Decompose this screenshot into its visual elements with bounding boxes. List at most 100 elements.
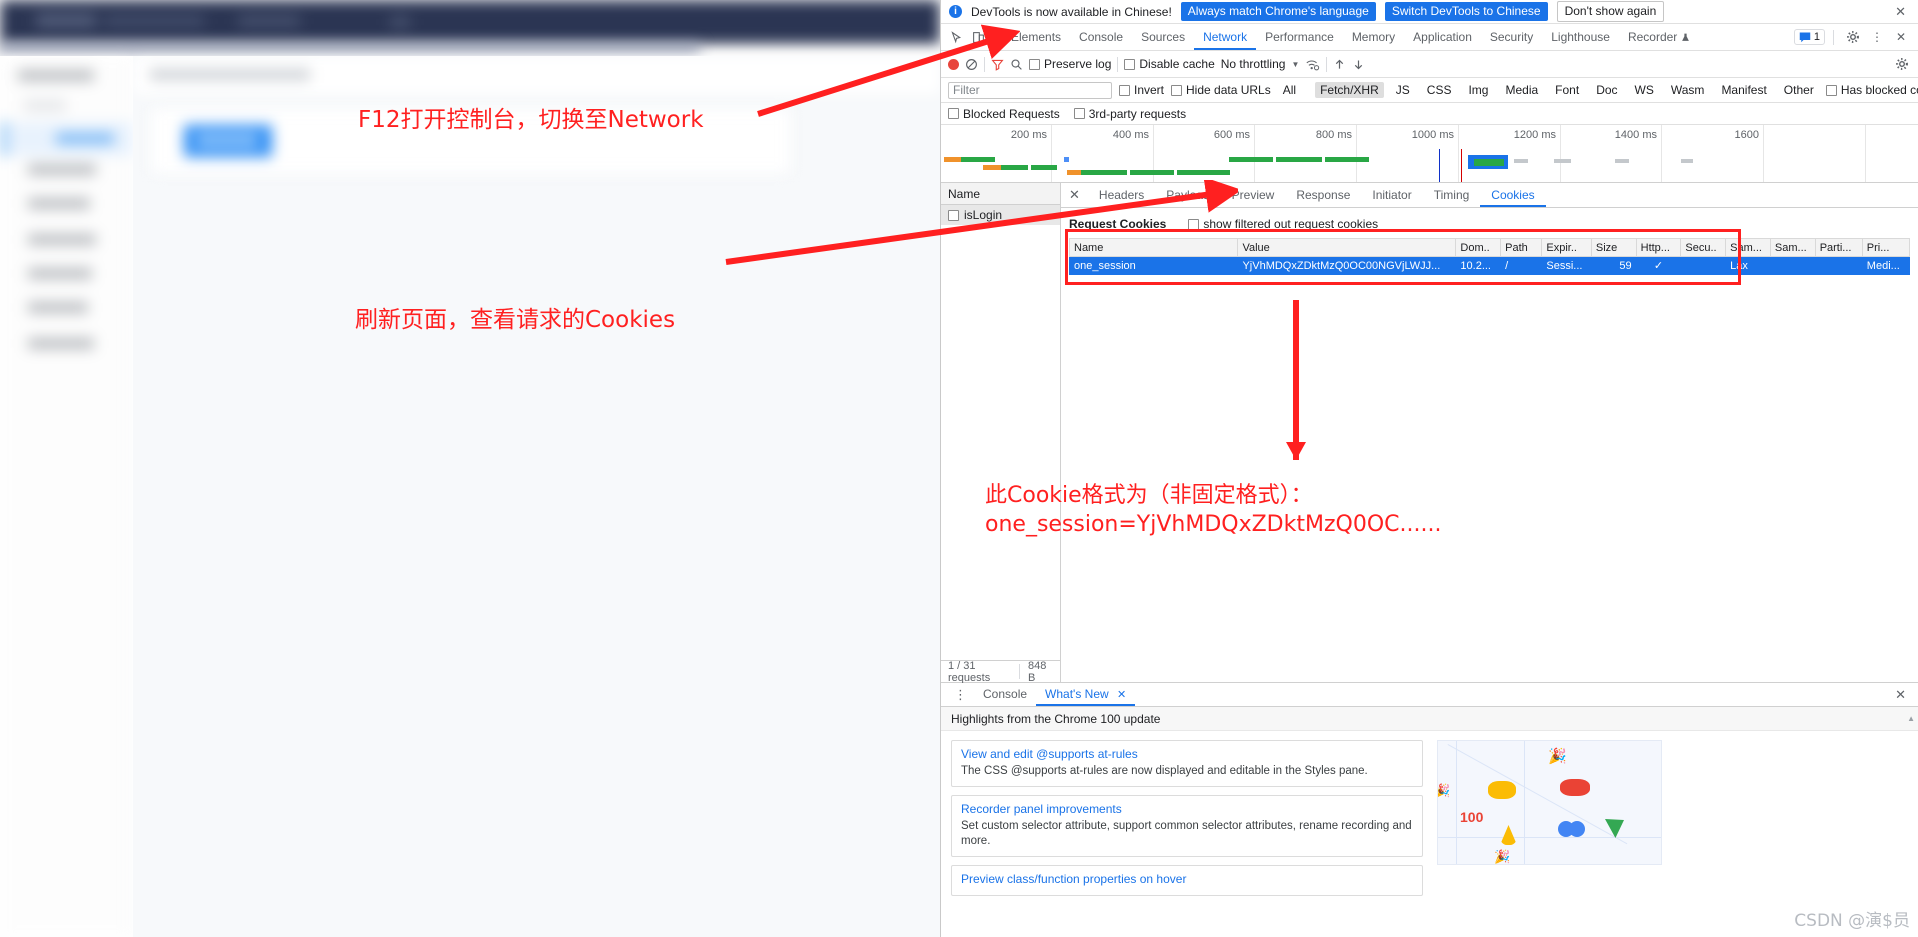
drawer-more-icon[interactable]: ⋮ xyxy=(947,688,974,701)
tab-recorder[interactable]: Recorder xyxy=(1619,24,1699,50)
tab-memory[interactable]: Memory xyxy=(1343,24,1404,50)
divider xyxy=(984,56,985,72)
checkbox-box[interactable] xyxy=(1029,58,1040,70)
detail-tab-preview[interactable]: Preview xyxy=(1221,183,1286,207)
checkbox-box[interactable] xyxy=(1171,84,1183,96)
col-size[interactable]: Size xyxy=(1590,238,1637,257)
filter-type-other[interactable]: Other xyxy=(1779,82,1819,98)
detail-tab-initiator[interactable]: Initiator xyxy=(1361,183,1422,207)
checkbox-box[interactable] xyxy=(1124,58,1136,70)
checkbox-box[interactable] xyxy=(1188,218,1200,230)
tab-application[interactable]: Application xyxy=(1404,24,1481,50)
close-icon[interactable]: ✕ xyxy=(1891,4,1910,20)
col-expires[interactable]: Expir.. xyxy=(1541,238,1592,257)
device-toolbar-icon[interactable] xyxy=(967,26,989,48)
invert-checkbox[interactable]: Invert xyxy=(1119,83,1164,97)
detail-tab-payload[interactable]: Payload xyxy=(1155,183,1220,207)
request-row-islogin[interactable]: isLogin xyxy=(941,205,1060,225)
import-har-icon[interactable] xyxy=(1333,58,1346,71)
drawer-tab-console[interactable]: Console xyxy=(974,683,1036,706)
filter-type-media[interactable]: Media xyxy=(1500,82,1543,98)
annotation-note-3-line2: one_session=YjVhMDQxZDktMzQ0OC...... xyxy=(985,512,1442,537)
whats-new-card: View and edit @supports at-rules The CSS… xyxy=(951,740,1423,787)
checkbox-box[interactable] xyxy=(1119,84,1130,96)
network-overview-timeline[interactable]: 200 ms 400 ms 600 ms 800 ms 1000 ms 1200… xyxy=(941,125,1918,183)
filter-type-css[interactable]: CSS xyxy=(1422,82,1457,98)
col-partition[interactable]: Parti... xyxy=(1814,238,1863,257)
col-name[interactable]: Name xyxy=(1068,238,1239,257)
hide-data-urls-checkbox[interactable]: Hide data URLs xyxy=(1171,83,1271,97)
detail-tab-headers[interactable]: Headers xyxy=(1088,183,1155,207)
always-match-language-button[interactable]: Always match Chrome's language xyxy=(1180,2,1376,21)
banner-message: DevTools is now available in Chinese! xyxy=(971,4,1172,19)
chevron-down-icon[interactable]: ▼ xyxy=(1291,60,1299,69)
record-button[interactable] xyxy=(948,58,959,70)
checkbox-box[interactable] xyxy=(1825,84,1837,96)
col-httponly[interactable]: Http... xyxy=(1635,238,1682,257)
more-options-icon[interactable]: ⋮ xyxy=(1866,26,1888,48)
col-domain[interactable]: Dom.. xyxy=(1455,238,1502,257)
col-path[interactable]: Path xyxy=(1500,238,1543,257)
detail-tab-timing[interactable]: Timing xyxy=(1423,183,1481,207)
filter-type-manifest[interactable]: Manifest xyxy=(1716,82,1771,98)
checkbox-box[interactable] xyxy=(1073,108,1085,119)
drawer-tab-whats-new[interactable]: What's New ✕ xyxy=(1036,683,1136,706)
network-conditions-icon[interactable] xyxy=(1305,58,1320,71)
cookie-row[interactable]: one_session YjVhMDQxZDktMzQ0OC00NGVjLWJJ… xyxy=(1068,256,1911,275)
whats-new-link[interactable]: Recorder panel improvements xyxy=(961,802,1413,816)
filter-type-ws[interactable]: WS xyxy=(1630,82,1659,98)
whats-new-link[interactable]: View and edit @supports at-rules xyxy=(961,747,1413,761)
tab-network[interactable]: Network xyxy=(1194,24,1257,50)
has-blocked-cookies-checkbox[interactable]: Has blocked cookies xyxy=(1825,83,1918,97)
filter-input[interactable] xyxy=(948,81,1112,99)
third-party-requests-checkbox[interactable]: 3rd-party requests xyxy=(1073,107,1186,121)
export-har-icon[interactable] xyxy=(1352,58,1365,71)
col-priority[interactable]: Pri... xyxy=(1861,238,1911,257)
filter-type-doc[interactable]: Doc xyxy=(1591,82,1622,98)
filter-type-js[interactable]: JS xyxy=(1391,82,1415,98)
blocked-requests-checkbox[interactable]: Blocked Requests xyxy=(948,107,1060,121)
party-popper-icon: 🎉 xyxy=(1548,748,1567,765)
col-secure[interactable]: Secu.. xyxy=(1680,238,1727,257)
col-samesite2[interactable]: Sam... xyxy=(1769,238,1816,257)
switch-to-chinese-button[interactable]: Switch DevTools to Chinese xyxy=(1384,2,1548,21)
checkbox-box[interactable] xyxy=(948,108,959,119)
hide-data-urls-label: Hide data URLs xyxy=(1186,83,1271,97)
clear-icon[interactable] xyxy=(965,58,978,71)
preserve-log-checkbox[interactable]: Preserve log xyxy=(1029,57,1111,71)
close-drawer-icon[interactable]: ✕ xyxy=(1889,687,1912,703)
devtools-tab-bar: Elements Console Sources Network Perform… xyxy=(941,24,1918,51)
filter-type-wasm[interactable]: Wasm xyxy=(1666,82,1710,98)
selected-request-marker[interactable] xyxy=(1468,155,1508,169)
gear-icon[interactable] xyxy=(1842,26,1864,48)
close-detail-icon[interactable]: ✕ xyxy=(1067,187,1088,203)
col-samesite[interactable]: Sam... xyxy=(1725,238,1771,257)
message-count-badge[interactable]: 1 xyxy=(1793,29,1825,45)
tab-lighthouse[interactable]: Lighthouse xyxy=(1542,24,1619,50)
tab-elements[interactable]: Elements xyxy=(1002,24,1070,50)
col-value[interactable]: Value xyxy=(1237,238,1457,257)
filter-type-font[interactable]: Font xyxy=(1550,82,1584,98)
tab-performance[interactable]: Performance xyxy=(1256,24,1343,50)
network-settings-gear-icon[interactable] xyxy=(1895,57,1909,71)
dont-show-again-button[interactable]: Don't show again xyxy=(1556,1,1665,22)
detail-tab-cookies[interactable]: Cookies xyxy=(1480,183,1546,207)
tab-security[interactable]: Security xyxy=(1481,24,1542,50)
filter-type-img[interactable]: Img xyxy=(1463,82,1493,98)
close-devtools-icon[interactable]: ✕ xyxy=(1890,26,1912,48)
scroll-up-icon[interactable]: ▲ xyxy=(1907,707,1915,731)
whats-new-link[interactable]: Preview class/function properties on hov… xyxy=(961,872,1413,886)
close-icon[interactable]: ✕ xyxy=(1117,689,1126,701)
show-filtered-cookies-checkbox[interactable]: show filtered out request cookies xyxy=(1188,217,1378,231)
filter-type-fetch-xhr[interactable]: Fetch/XHR xyxy=(1315,82,1384,98)
divider xyxy=(995,29,996,45)
detail-tab-response[interactable]: Response xyxy=(1285,183,1361,207)
disable-cache-checkbox[interactable]: Disable cache xyxy=(1124,57,1215,71)
filter-funnel-icon[interactable] xyxy=(991,58,1004,71)
filter-type-all[interactable]: All xyxy=(1278,82,1301,98)
throttling-select[interactable]: No throttling xyxy=(1221,57,1286,71)
inspect-element-icon[interactable] xyxy=(945,26,967,48)
tab-console[interactable]: Console xyxy=(1070,24,1132,50)
search-icon[interactable] xyxy=(1010,58,1023,71)
tab-sources[interactable]: Sources xyxy=(1132,24,1194,50)
